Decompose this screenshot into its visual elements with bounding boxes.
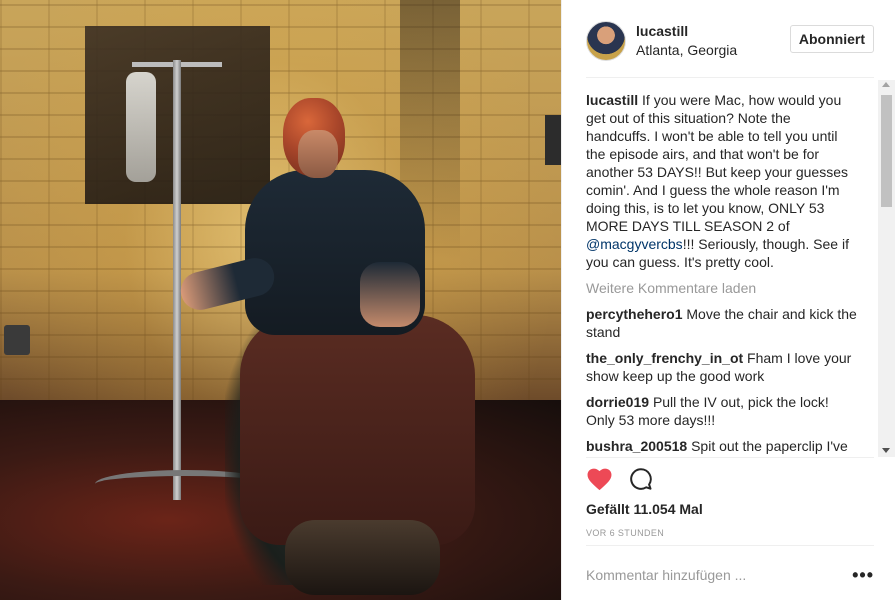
comment-bubble-icon (630, 468, 652, 490)
person-legs (240, 315, 475, 545)
mention-link[interactable]: @macgyvercbs (586, 236, 683, 252)
comment-button[interactable] (628, 466, 654, 492)
add-comment-form: ••• (586, 560, 874, 590)
likes-count[interactable]: Gefällt 11.054 Mal (586, 501, 703, 517)
comment-username[interactable]: dorrie019 (586, 394, 649, 410)
header-divider (586, 77, 874, 78)
list-item: bushra_200518 Spit out the paperclip I'v… (586, 437, 858, 457)
list-item: the_only_frenchy_in_ot Fham I love your … (586, 349, 858, 385)
scroll-up-arrow-icon[interactable] (882, 82, 890, 87)
iv-bag (126, 72, 156, 182)
person-boots (285, 520, 440, 595)
post-side-panel: lucastill Atlanta, Georgia Abonniert luc… (561, 0, 895, 600)
wall-box (545, 115, 561, 165)
load-more-comments-link[interactable]: Weitere Kommentare laden (586, 279, 858, 297)
location-link[interactable]: Atlanta, Georgia (636, 42, 737, 58)
like-button[interactable] (586, 466, 612, 492)
list-item: dorrie019 Pull the IV out, pick the lock… (586, 393, 858, 429)
caption-username[interactable]: lucastill (586, 92, 638, 108)
comment-username[interactable]: bushra_200518 (586, 438, 687, 454)
caption: lucastill If you were Mac, how would you… (586, 91, 858, 271)
username-link[interactable]: lucastill (636, 23, 737, 39)
post-actions (586, 466, 654, 492)
post-timestamp: VOR 6 STUNDEN (586, 528, 665, 538)
more-options-icon[interactable]: ••• (852, 565, 874, 586)
following-button[interactable]: Abonniert (789, 25, 874, 53)
comment-input[interactable] (586, 567, 853, 583)
post-photo[interactable] (0, 0, 561, 600)
user-info: lucastill Atlanta, Georgia (636, 23, 737, 58)
post-header: lucastill Atlanta, Georgia Abonniert (586, 17, 874, 64)
actions-divider (586, 545, 874, 546)
scrollbar-thumb[interactable] (881, 95, 892, 207)
heart-icon (587, 468, 611, 490)
comments-list[interactable]: lucastill If you were Mac, how would you… (586, 91, 858, 457)
comments-divider (586, 457, 874, 458)
person-right-arm (360, 262, 420, 327)
wall-outlet (4, 325, 30, 355)
avatar[interactable] (586, 20, 626, 61)
iv-pole (173, 60, 181, 500)
comment-username[interactable]: the_only_frenchy_in_ot (586, 350, 743, 366)
comments-scrollbar[interactable] (878, 80, 895, 457)
scroll-down-arrow-icon[interactable] (882, 448, 890, 453)
caption-text: If you were Mac, how would you get out o… (586, 92, 849, 234)
list-item: percythehero1 Move the chair and kick th… (586, 305, 858, 341)
comment-username[interactable]: percythehero1 (586, 306, 682, 322)
person-face (298, 130, 338, 178)
